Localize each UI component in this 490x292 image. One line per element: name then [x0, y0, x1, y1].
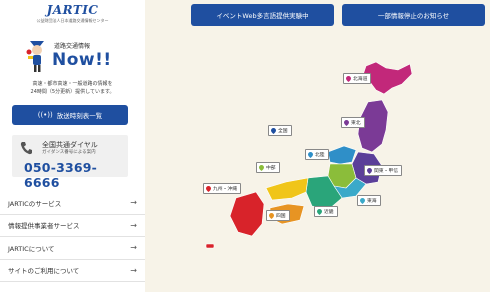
phone-box: 全国共通ダイヤル ガイダンス番号による案内 050-3369-6666: [12, 135, 128, 190]
pin-label: 東北: [351, 121, 361, 126]
map-pin-icon: [308, 151, 313, 158]
map-pin-icon: [271, 127, 276, 134]
map-pin-icon: [259, 164, 264, 171]
map-pin-icon: [317, 208, 322, 215]
pin-label: 全国: [278, 129, 288, 134]
pin-hokuriku[interactable]: 北陸: [305, 149, 329, 160]
region-hokuriku[interactable]: [327, 145, 357, 165]
pin-zenkoku[interactable]: 全国: [268, 125, 292, 136]
broadcast-schedule-button[interactable]: ((•)) 放送時刻表一覧: [12, 105, 128, 125]
menu-item-label: JARTICのサービス: [8, 199, 62, 208]
region-okinawa[interactable]: [205, 243, 215, 249]
mascot-icon: [26, 41, 44, 72]
arrow-right-icon: →: [130, 243, 137, 253]
pin-tohoku[interactable]: 東北: [341, 117, 365, 128]
menu-item-label: JARTICについて: [8, 244, 55, 253]
map-pin-icon: [346, 75, 351, 82]
logo-text: JARTIC: [46, 3, 99, 17]
hero-brand: Now!!: [52, 50, 112, 70]
menu-item-services[interactable]: JARTICのサービス →: [0, 192, 145, 215]
map-pin-icon: [206, 185, 211, 192]
site-logo[interactable]: JARTIC 公益財団法人日本道路交通情報センター: [0, 3, 145, 24]
phone-icon: [20, 142, 32, 155]
pin-label: 中部: [266, 166, 276, 171]
map-pin-icon: [269, 212, 274, 219]
hero-banner: 道路交通情報 Now!!: [8, 30, 138, 80]
description-line: 高速・都市高速・一般道路の情報を: [32, 81, 113, 87]
region-chugoku[interactable]: [265, 177, 309, 201]
pin-label: 東海: [367, 199, 377, 204]
menu-item-provider-services[interactable]: 情報提供事業者サービス →: [0, 215, 145, 237]
pin-label: 九州・沖縄: [213, 187, 237, 192]
description-line: 24時間（5分更新）提供しています。: [30, 89, 115, 95]
pin-label: 四国: [276, 214, 286, 219]
phone-guidance: ガイダンス番号による案内: [42, 150, 96, 155]
logo-subtitle: 公益財団法人日本道路交通情報センター: [36, 18, 109, 23]
service-suspension-notice-button[interactable]: 一部情報停止のお知らせ: [342, 4, 485, 26]
pin-chubu[interactable]: 中部: [256, 162, 280, 173]
pin-kinki[interactable]: 近畿: [314, 206, 338, 217]
pin-tokai[interactable]: 東海: [357, 195, 381, 206]
pin-shikoku[interactable]: 四国: [266, 210, 290, 221]
pin-label: 近畿: [324, 210, 334, 215]
sidebar: JARTIC 公益財団法人日本道路交通情報センター 道路交通情報 Now!! 高…: [0, 0, 145, 292]
arrow-right-icon: →: [130, 265, 137, 275]
arrow-right-icon: →: [130, 198, 137, 208]
broadcast-schedule-label: 放送時刻表一覧: [56, 112, 103, 120]
pin-label: 関東・甲信: [374, 169, 398, 174]
arrow-right-icon: →: [130, 220, 137, 230]
pin-hokkaido[interactable]: 北海道: [343, 73, 372, 84]
map-pin-icon: [360, 197, 365, 204]
map-pin-icon: [344, 119, 349, 126]
pin-label: 北海道: [353, 77, 368, 82]
sidebar-menu: JARTICのサービス → 情報提供事業者サービス → JARTICについて →…: [0, 192, 145, 282]
service-description: 高速・都市高速・一般道路の情報を 24時間（5分更新）提供しています。: [0, 80, 145, 96]
phone-number[interactable]: 050-3369-6666: [24, 160, 128, 190]
menu-item-label: サイトのご利用について: [8, 267, 80, 276]
pin-kanto[interactable]: 関東・甲信: [364, 165, 402, 176]
multilingual-event-button[interactable]: イベントWeb多言語提供実験中: [191, 4, 334, 26]
map-pin-icon: [367, 167, 372, 174]
menu-item-about[interactable]: JARTICについて →: [0, 237, 145, 260]
menu-item-site-usage[interactable]: サイトのご利用について →: [0, 260, 145, 282]
pin-label: 北陸: [315, 153, 325, 158]
hero-title: 道路交通情報: [54, 43, 91, 50]
pin-kyushu[interactable]: 九州・沖縄: [203, 183, 241, 194]
japan-region-map: [205, 61, 413, 249]
menu-item-label: 情報提供事業者サービス: [8, 222, 80, 231]
region-kyushu[interactable]: [229, 191, 265, 237]
broadcast-icon: ((•)): [37, 111, 53, 119]
